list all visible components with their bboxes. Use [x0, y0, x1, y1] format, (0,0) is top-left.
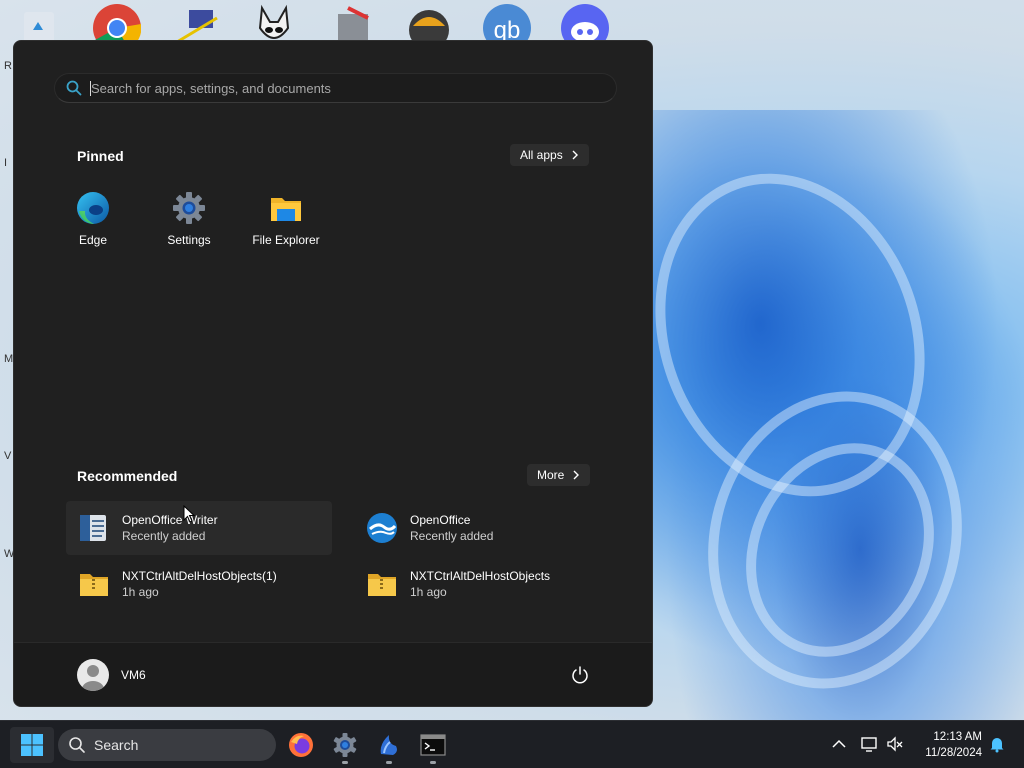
- recommended-item-name: NXTCtrlAltDelHostObjects: [410, 569, 551, 583]
- user-account-button[interactable]: VM6: [77, 659, 146, 691]
- power-icon[interactable]: [570, 665, 590, 685]
- user-name: VM6: [121, 668, 146, 682]
- alien-app-icon[interactable]: [250, 4, 298, 44]
- recommended-item[interactable]: NXTCtrlAltDelHostObjects 1h ago: [354, 557, 620, 611]
- recycle-bin-icon[interactable]: [18, 4, 60, 44]
- openoffice-icon: [380, 735, 397, 755]
- taskbar: Search 12:13 AM 11/28/2024: [0, 720, 1024, 768]
- desktop-label-fragment: M: [4, 353, 14, 365]
- pinned-app-label: Settings: [167, 233, 211, 247]
- start-menu: Pinned All apps Edge: [13, 40, 653, 707]
- all-apps-label: All apps: [520, 148, 563, 162]
- search-icon: [69, 737, 85, 753]
- folder-icon: [271, 198, 301, 221]
- recommended-item-name: NXTCtrlAltDelHostObjects(1): [122, 569, 277, 583]
- volume-muted-icon[interactable]: [886, 735, 904, 753]
- avatar: [77, 659, 109, 691]
- zip-folder-icon: [80, 574, 108, 596]
- windows-logo-icon: [21, 734, 43, 756]
- text-caret: [90, 81, 91, 96]
- recommended-item-subtitle: 1h ago: [410, 585, 447, 599]
- start-button[interactable]: [10, 727, 54, 763]
- zip-folder-icon: [368, 574, 396, 596]
- clock-time: 12:13 AM: [933, 731, 982, 743]
- openoffice-icon: [367, 513, 397, 543]
- pinned-app-edge[interactable]: Edge: [48, 191, 138, 251]
- pinned-app-file-explorer[interactable]: File Explorer: [241, 191, 331, 251]
- recommended-item-subtitle: Recently added: [410, 529, 494, 543]
- recommended-item[interactable]: OpenOffice Writer Recently added: [66, 501, 332, 555]
- settings-icon: [333, 733, 357, 757]
- mouse-cursor-icon: [183, 505, 195, 523]
- installer-icon[interactable]: [330, 4, 378, 44]
- recommended-item[interactable]: OpenOffice Recently added: [354, 501, 620, 555]
- taskbar-search[interactable]: Search: [58, 729, 276, 761]
- qbittorrent-icon[interactable]: qb: [483, 4, 531, 52]
- recommended-item-name: OpenOffice Writer: [122, 513, 218, 527]
- recommended-item-name: OpenOffice: [410, 513, 471, 527]
- firefox-icon: [289, 733, 313, 757]
- taskbar-app-firefox[interactable]: [285, 729, 317, 761]
- network-computer-icon[interactable]: [173, 4, 221, 44]
- all-apps-button[interactable]: All apps: [510, 144, 589, 166]
- terminal-icon: [420, 734, 446, 756]
- pinned-title: Pinned: [77, 148, 124, 164]
- desktop-label-fragment: V: [4, 450, 12, 462]
- display-icon[interactable]: [860, 735, 878, 753]
- start-search-input[interactable]: [91, 80, 591, 96]
- running-indicator: [386, 761, 392, 764]
- running-indicator: [342, 761, 348, 764]
- running-indicator: [430, 761, 436, 764]
- start-menu-footer: VM6: [14, 642, 652, 706]
- chevron-right-icon: [572, 150, 578, 160]
- pinned-app-settings[interactable]: Settings: [144, 191, 234, 251]
- recommended-item[interactable]: NXTCtrlAltDelHostObjects(1) 1h ago: [66, 557, 332, 611]
- recommended-item-subtitle: 1h ago: [122, 585, 159, 599]
- wallpaper-bloom: [611, 110, 1024, 720]
- chevron-up-icon[interactable]: [830, 735, 848, 753]
- chrome-icon[interactable]: [93, 4, 142, 53]
- writer-icon: [80, 515, 106, 541]
- clock-date: 11/28/2024: [925, 747, 982, 759]
- recommended-title: Recommended: [77, 468, 178, 484]
- taskbar-app-openoffice[interactable]: [373, 729, 405, 764]
- desktop-label-fragment: R: [4, 60, 12, 72]
- taskbar-app-settings[interactable]: [329, 729, 361, 764]
- recommended-item-subtitle: Recently added: [122, 529, 206, 543]
- settings-gear-icon: [173, 192, 205, 224]
- more-button[interactable]: More: [527, 464, 591, 486]
- mascot-app-icon[interactable]: [405, 4, 453, 50]
- taskbar-search-label: Search: [94, 737, 139, 753]
- chevron-right-icon: [573, 470, 580, 480]
- pinned-app-label: File Explorer: [252, 233, 320, 247]
- pinned-app-label: Edge: [78, 233, 108, 247]
- edge-icon: [77, 192, 109, 224]
- taskbar-clock[interactable]: 12:13 AM 11/28/2024: [925, 729, 982, 761]
- discord-icon[interactable]: [561, 4, 609, 52]
- start-search-box[interactable]: [54, 73, 617, 103]
- notification-bell-icon[interactable]: [988, 735, 1006, 753]
- taskbar-app-terminal[interactable]: [417, 729, 449, 764]
- search-icon: [65, 79, 83, 97]
- more-label: More: [537, 468, 565, 482]
- desktop-label-fragment: I: [4, 157, 8, 169]
